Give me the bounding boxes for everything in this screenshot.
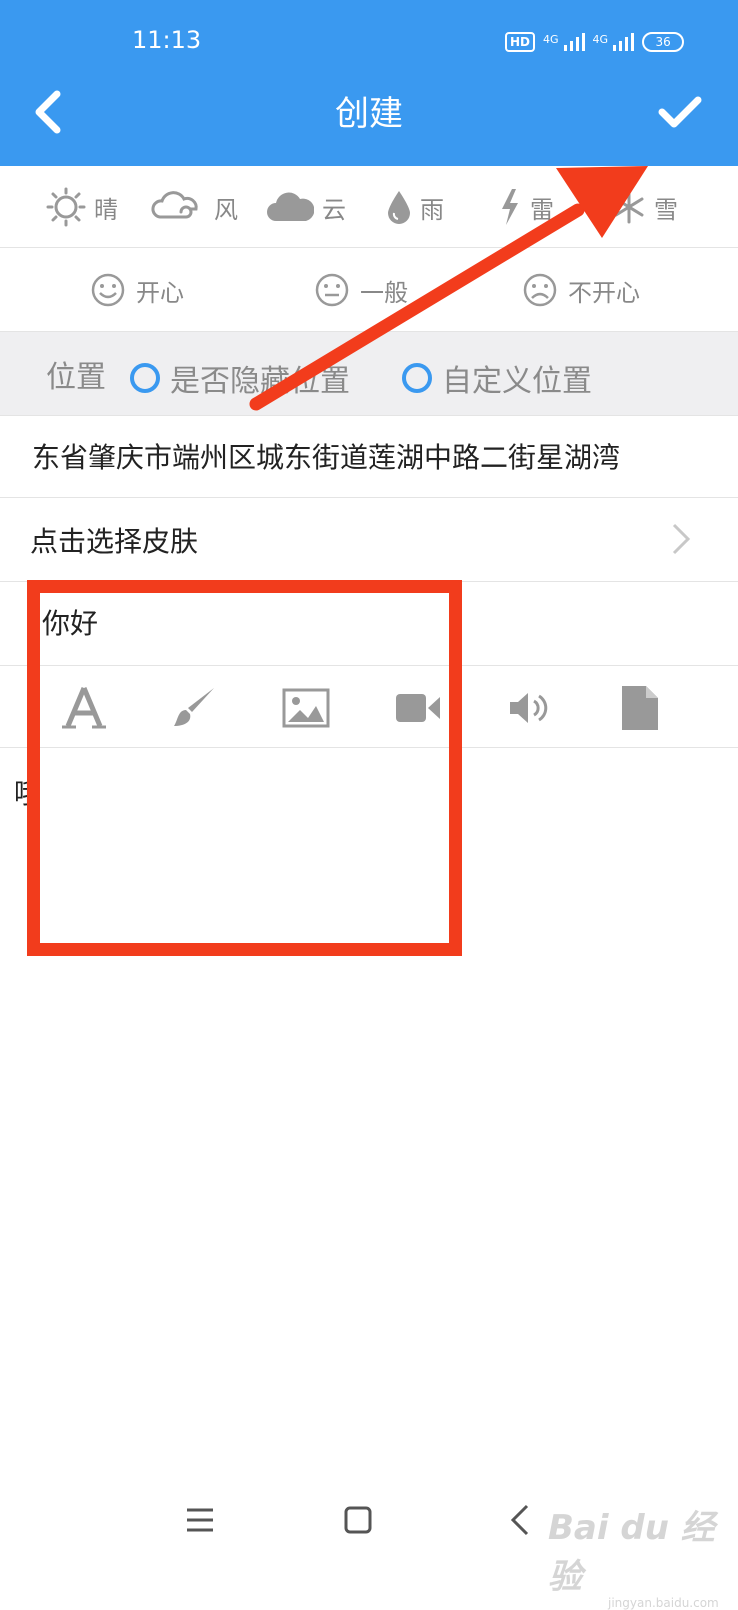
audio-button[interactable]: [504, 684, 556, 732]
custom-location-label: 自定义位置: [442, 364, 592, 399]
location-options: 位置 是否隐藏位置 自定义位置: [0, 332, 738, 416]
address-row[interactable]: 东省肇庆市端州区城东街道莲湖中路二街星湖湾: [0, 416, 738, 498]
custom-location-radio[interactable]: 自定义位置: [402, 356, 592, 400]
weather-label: 雷: [530, 195, 554, 224]
weather-label: 雪: [654, 195, 678, 224]
check-icon: [658, 96, 702, 128]
annotation-highlight-box: [27, 580, 462, 956]
hide-location-radio[interactable]: 是否隐藏位置: [130, 356, 350, 400]
mood-label: 开心: [136, 278, 184, 307]
home-square-icon: [344, 1506, 372, 1534]
hide-location-label: 是否隐藏位置: [170, 364, 350, 399]
file-icon: [622, 686, 658, 730]
app-header: [0, 0, 738, 166]
sun-icon: [46, 187, 86, 227]
weather-selector: 晴 风 云 雨 雷 雪: [0, 166, 738, 248]
mood-option-unhappy[interactable]: 不开心: [522, 270, 640, 310]
mood-label: 一般: [360, 278, 408, 307]
smile-face-icon: [91, 273, 125, 307]
mood-label: 不开心: [568, 278, 640, 307]
home-button[interactable]: [328, 1490, 388, 1550]
page-title: 创建: [335, 94, 403, 134]
weather-option-rain[interactable]: 雨: [386, 186, 444, 228]
weather-option-thunder[interactable]: 雷: [498, 186, 554, 228]
watermark-main: Bai du 经验: [548, 1508, 715, 1597]
weather-label: 风: [214, 195, 238, 224]
system-back-button[interactable]: [490, 1490, 550, 1550]
file-button[interactable]: [614, 684, 666, 732]
chevron-left-icon: [510, 1504, 529, 1536]
raindrop-icon: [388, 191, 410, 224]
menu-button[interactable]: [170, 1490, 230, 1550]
skin-label: 点击选择皮肤: [30, 525, 199, 558]
sad-face-icon: [523, 273, 557, 307]
lightning-icon: [502, 189, 518, 225]
mood-option-happy[interactable]: 开心: [90, 270, 184, 310]
neutral-face-icon: [315, 273, 349, 307]
wind-icon: [151, 191, 198, 219]
speaker-icon: [510, 693, 548, 723]
location-label: 位置: [46, 360, 106, 395]
menu-icon: [187, 1508, 213, 1532]
mood-selector: 开心 一般 不开心: [0, 248, 738, 332]
status-time: 11:13: [132, 26, 202, 54]
cloud-icon: [267, 192, 314, 221]
watermark-url: jingyan.baidu.com: [608, 1596, 719, 1610]
weather-option-cloudy[interactable]: 云: [266, 186, 346, 228]
watermark-logo: Bai du 经验 jingyan.baidu.com: [548, 1500, 738, 1610]
signal-icon: 4G: [543, 33, 585, 51]
hd-icon: HD: [505, 32, 536, 52]
confirm-button[interactable]: [650, 82, 710, 142]
weather-option-snow[interactable]: 雪: [612, 186, 678, 228]
skin-selector[interactable]: 点击选择皮肤: [0, 498, 738, 582]
radio-icon: [130, 363, 160, 393]
weather-label: 晴: [94, 195, 118, 224]
chevron-right-icon: [672, 523, 691, 555]
status-icons: HD 4G 4G 36: [505, 30, 685, 54]
mood-option-neutral[interactable]: 一般: [314, 270, 408, 310]
signal-icon: 4G: [593, 33, 635, 51]
weather-label: 云: [322, 195, 346, 224]
weather-option-sunny[interactable]: 晴: [46, 186, 118, 228]
battery-icon: 36: [642, 32, 685, 52]
weather-option-wind[interactable]: 风: [150, 186, 238, 228]
address-text: 东省肇庆市端州区城东街道莲湖中路二街星湖湾: [32, 441, 621, 474]
weather-label: 雨: [420, 195, 444, 224]
snowflake-icon: [614, 190, 644, 224]
radio-icon: [402, 363, 432, 393]
